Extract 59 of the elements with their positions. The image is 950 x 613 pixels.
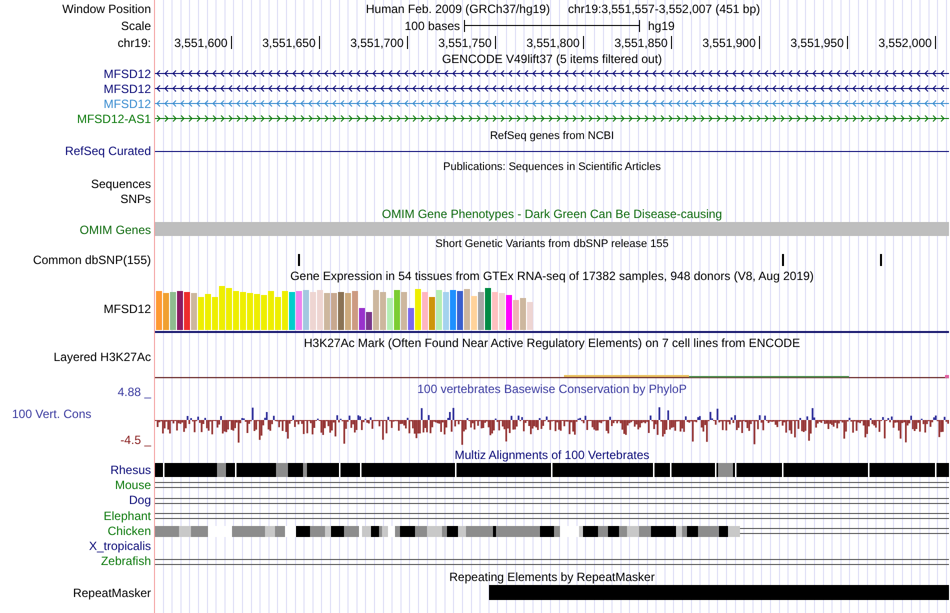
- ruler-tick: [406, 36, 408, 49]
- track-title: Multiz Alignments of 100 Vertebrates: [454, 448, 650, 460]
- track-title: H3K27Ac Mark (Often Found Near Active Regulatory Elements) on 7 cell lines from ENCODE: [304, 337, 800, 349]
- track-label[interactable]: SNPs: [120, 192, 151, 204]
- track-label[interactable]: 100 Vert. Cons: [12, 408, 92, 420]
- track-label[interactable]: 4.88 _: [118, 386, 151, 398]
- gene-label[interactable]: MFSD12-AS1: [76, 112, 151, 124]
- ruler-tick: [670, 36, 672, 49]
- scale-assembly: hg19: [647, 20, 676, 32]
- track-label[interactable]: Common dbSNP(155): [32, 254, 151, 266]
- gene-label[interactable]: MFSD12: [104, 98, 151, 110]
- track-label[interactable]: RepeatMasker: [72, 586, 151, 599]
- track-label[interactable]: Scale: [120, 20, 151, 32]
- ruler-tick: [846, 36, 848, 49]
- ruler-tick-label: 3,551,600: [174, 36, 229, 48]
- track-label[interactable]: RefSeq Curated: [64, 145, 151, 157]
- species-label[interactable]: Rhesus: [110, 464, 151, 476]
- ruler-tick-label: 3,551,900: [702, 36, 757, 48]
- track-label[interactable]: MFSD12: [104, 302, 151, 316]
- track-label[interactable]: OMIM Genes: [80, 224, 151, 236]
- species-label[interactable]: X_tropicalis: [88, 540, 151, 552]
- ruler-tick: [230, 36, 232, 49]
- species-label[interactable]: Dog: [128, 494, 151, 506]
- repeat-element[interactable]: [489, 585, 949, 600]
- species-label[interactable]: Elephant: [104, 510, 151, 522]
- gene-label[interactable]: MFSD12: [104, 82, 151, 94]
- gene-label[interactable]: MFSD12: [104, 68, 151, 80]
- track-label[interactable]: Sequences: [90, 178, 151, 190]
- track-label[interactable]: Window Position: [62, 2, 151, 14]
- track-title: Gene Expression in 54 tissues from GTEx RNA-seq of 17382 samples, 948 donors (V8, Aug 2019): [290, 270, 814, 282]
- ruler-tick-label: 3,551,650: [262, 36, 317, 48]
- track-title: RefSeq genes from NCBI: [490, 131, 614, 142]
- species-label[interactable]: Zebrafish: [100, 555, 151, 568]
- ruler-tick-label: 3,551,700: [350, 36, 405, 48]
- ruler-tick-label: 3,551,800: [526, 36, 581, 48]
- track-label[interactable]: -4.5 _: [120, 433, 151, 447]
- ruler-tick: [318, 36, 320, 49]
- ruler-tick: [934, 36, 936, 49]
- species-label[interactable]: Mouse: [114, 478, 151, 491]
- expression-bar-drawing[interactable]: [155, 284, 535, 331]
- ruler-tick-label: 3,551,750: [438, 36, 493, 48]
- track-label[interactable]: chr19:: [118, 37, 151, 49]
- track-title: Publications: Sequences in Scientific Articles: [443, 162, 661, 172]
- species-label[interactable]: Chicken: [108, 524, 151, 537]
- track-label[interactable]: Layered H3K27Ac: [54, 350, 151, 362]
- ruler-tick: [494, 36, 496, 49]
- ruler-tick-label: 3,552,000: [878, 36, 933, 48]
- position-text: chr19:3,551,557-3,552,007 (451 bp): [568, 2, 760, 14]
- ruler-tick: [582, 36, 584, 49]
- ruler-tick-label: 3,551,850: [614, 36, 669, 48]
- track-title: OMIM Gene Phenotypes - Dark Green Can Be Disease-causing: [382, 208, 722, 220]
- track-title: Repeating Elements by RepeatMasker: [449, 571, 655, 584]
- ruler-tick: [758, 36, 760, 49]
- track-title: Short Genetic Variants from dbSNP release 155: [435, 239, 669, 250]
- track-title: GENCODE V49lift37 (5 items filtered out): [442, 53, 662, 65]
- track-title: 100 vertebrates Basewise Conservation by PhyloP: [417, 383, 687, 395]
- assembly-title: Human Feb. 2009 (GRCh37/hg19): [366, 2, 550, 14]
- ruler-tick-label: 3,551,950: [790, 36, 845, 48]
- scale-text: 100 bases: [404, 20, 461, 32]
